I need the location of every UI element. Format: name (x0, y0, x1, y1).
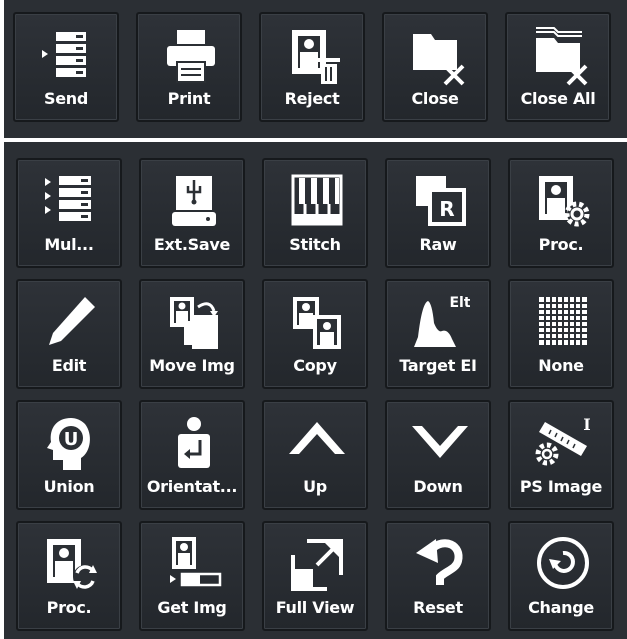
union-button[interactable]: U Union (16, 400, 122, 510)
rotate-icon (537, 537, 589, 589)
function-grid: Mul... Ext.Save Stitch R Raw Proc. Edit … (4, 142, 627, 639)
down-label: Down (413, 477, 463, 496)
change-label: Change (528, 598, 594, 617)
down-button[interactable]: Down (385, 400, 491, 510)
orientation-icon (178, 417, 210, 468)
target-ei-label: Target EI (399, 356, 477, 375)
up-label: Up (303, 477, 327, 496)
reset-button[interactable]: Reset (385, 521, 491, 631)
edit-button[interactable]: Edit (16, 279, 122, 389)
print-button[interactable]: Print (136, 12, 242, 122)
multi-send-icon (45, 176, 91, 221)
chevron-down-icon (412, 426, 468, 458)
raw-image-icon: R (416, 176, 466, 226)
ext-save-button[interactable]: Ext.Save (139, 158, 245, 268)
get-image-label: Get Img (157, 598, 227, 617)
get-image-icon (170, 537, 222, 587)
reset-label: Reset (413, 598, 463, 617)
ruler-gear-icon: I (535, 415, 591, 466)
pencil-icon (49, 297, 95, 345)
processing-refresh-label: Proc. (46, 598, 92, 617)
get-image-button[interactable]: Get Img (139, 521, 245, 631)
svg-text:I: I (583, 415, 590, 434)
svg-text:Elt: Elt (449, 295, 470, 311)
send-icon (42, 32, 86, 77)
target-ei-button[interactable]: Elt Target EI (385, 279, 491, 389)
send-label: Send (43, 89, 89, 108)
multi-send-label: Mul... (44, 235, 94, 254)
top-toolbar: Send Print Reject Close Close All (4, 0, 627, 138)
processing-button[interactable]: Proc. (508, 158, 614, 268)
processing-label: Proc. (538, 235, 584, 254)
close-all-label: Close All (520, 89, 596, 108)
usb-drive-icon (172, 176, 216, 226)
change-button[interactable]: Change (508, 521, 614, 631)
move-image-label: Move Img (149, 356, 235, 375)
copy-image-icon (293, 297, 341, 349)
image-settings-icon (539, 176, 590, 227)
stitch-button[interactable]: Stitch (262, 158, 368, 268)
copy-label: Copy (293, 356, 337, 375)
full-view-button[interactable]: Full View (262, 521, 368, 631)
svg-text:U: U (64, 429, 79, 450)
move-image-button[interactable]: Move Img (139, 279, 245, 389)
histogram-icon: Elt (414, 295, 470, 347)
stitch-icon (291, 174, 343, 226)
image-refresh-icon (47, 539, 97, 589)
full-view-label: Full View (275, 598, 355, 617)
close-label: Close (411, 89, 459, 108)
none-button[interactable]: None (508, 279, 614, 389)
print-label: Print (167, 89, 211, 108)
close-all-folders-icon (536, 27, 588, 86)
grid-icon (539, 297, 587, 345)
none-label: None (538, 356, 584, 375)
reject-button[interactable]: Reject (259, 12, 365, 122)
multi-send-button[interactable]: Mul... (16, 158, 122, 268)
orientation-label: Orientat... (146, 477, 238, 496)
reject-image-icon (292, 30, 340, 84)
stitch-label: Stitch (289, 235, 341, 254)
up-button[interactable]: Up (262, 400, 368, 510)
close-button[interactable]: Close (382, 12, 488, 122)
union-label: Union (43, 477, 95, 496)
processing-refresh-button[interactable]: Proc. (16, 521, 122, 631)
raw-button[interactable]: R Raw (385, 158, 491, 268)
svg-text:R: R (439, 197, 454, 221)
send-button[interactable]: Send (13, 12, 119, 122)
edit-label: Edit (51, 356, 87, 375)
copy-button[interactable]: Copy (262, 279, 368, 389)
ext-save-label: Ext.Save (153, 235, 231, 254)
raw-label: Raw (419, 235, 457, 254)
close-all-button[interactable]: Close All (505, 12, 611, 122)
close-folder-icon (413, 34, 465, 86)
undo-arrow-icon (416, 539, 463, 585)
orientation-button[interactable]: Orientat... (139, 400, 245, 510)
ps-image-button[interactable]: I PS Image (508, 400, 614, 510)
union-head-icon: U (47, 418, 90, 470)
move-image-icon (170, 297, 218, 349)
expand-icon (291, 539, 343, 591)
printer-icon (167, 30, 215, 83)
chevron-up-icon (289, 422, 345, 454)
ps-image-label: PS Image (519, 477, 603, 496)
reject-label: Reject (284, 89, 340, 108)
